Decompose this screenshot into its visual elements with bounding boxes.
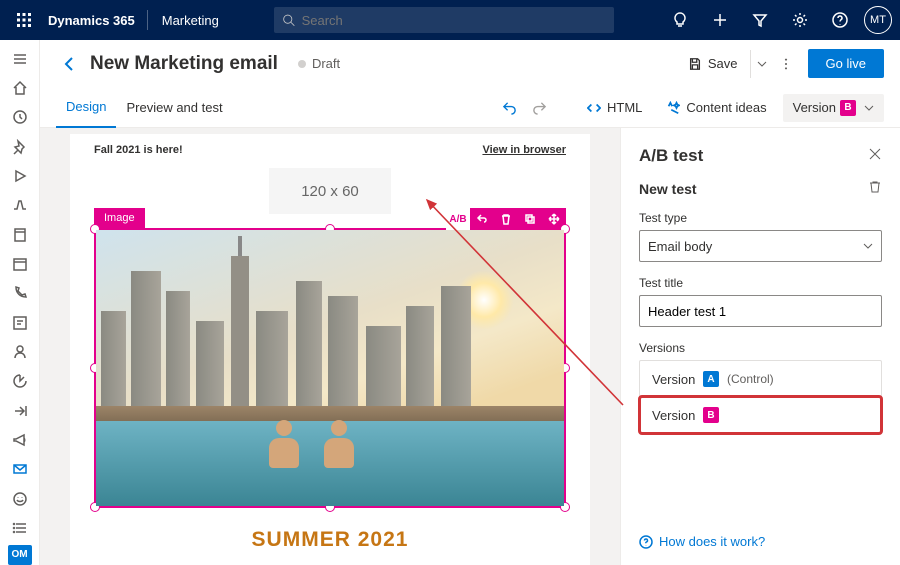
tab-preview[interactable]: Preview and test — [116, 88, 232, 128]
calendar-icon[interactable] — [0, 249, 40, 278]
ab-test-panel: A/B test New test Test type Email body T… — [620, 128, 900, 565]
go-live-button[interactable]: Go live — [808, 49, 884, 78]
search-input[interactable] — [302, 13, 607, 28]
image-block-selected[interactable]: Image A/B — [94, 228, 566, 508]
product-name: Marketing — [152, 13, 229, 28]
content-ideas-button[interactable]: Content ideas — [658, 96, 774, 119]
close-icon[interactable] — [868, 147, 882, 166]
test-title-label: Test title — [639, 276, 882, 290]
duplicate-block-icon[interactable] — [518, 208, 542, 230]
pin-icon[interactable] — [0, 132, 40, 161]
more-button[interactable] — [770, 48, 802, 80]
hero-image — [96, 230, 564, 506]
redo-button[interactable] — [527, 96, 551, 120]
test-title-input[interactable] — [639, 295, 882, 327]
status-badge: Draft — [298, 56, 340, 71]
home-icon[interactable] — [0, 73, 40, 102]
delete-block-icon[interactable] — [494, 208, 518, 230]
person-icon[interactable] — [0, 337, 40, 366]
search-box[interactable] — [274, 7, 614, 33]
page-icon[interactable] — [0, 220, 40, 249]
view-in-browser-link[interactable]: View in browser — [482, 144, 566, 156]
panel-title: A/B test — [639, 146, 703, 166]
divider — [147, 10, 148, 30]
logo-placeholder[interactable]: 120 x 60 — [269, 168, 391, 214]
side-rail: OM — [0, 40, 40, 565]
email-icon[interactable] — [0, 455, 40, 484]
form-icon[interactable] — [0, 308, 40, 337]
html-button[interactable]: HTML — [579, 96, 650, 119]
undo-block-icon[interactable] — [470, 208, 494, 230]
version-a-row[interactable]: Version A (Control) — [640, 361, 881, 397]
preheader-text: Fall 2021 is here! — [94, 144, 183, 156]
smile-icon[interactable] — [0, 484, 40, 513]
journey-icon[interactable] — [0, 191, 40, 220]
help-link[interactable]: How does it work? — [639, 534, 882, 549]
page-title: New Marketing email — [90, 53, 278, 75]
phone-icon[interactable] — [0, 279, 40, 308]
app-launcher-icon[interactable] — [8, 13, 40, 27]
score-icon[interactable] — [0, 367, 40, 396]
gear-icon[interactable] — [780, 0, 820, 40]
delete-test-icon[interactable] — [868, 180, 882, 197]
versions-label: Versions — [639, 341, 882, 355]
filter-icon[interactable] — [740, 0, 780, 40]
play-icon[interactable] — [0, 161, 40, 190]
version-b-row[interactable]: Version B — [640, 397, 881, 433]
test-type-select[interactable]: Email body — [639, 230, 882, 262]
test-type-label: Test type — [639, 211, 882, 225]
recent-icon[interactable] — [0, 103, 40, 132]
tab-design[interactable]: Design — [56, 88, 116, 128]
hamburger-icon[interactable] — [0, 44, 40, 73]
share-icon[interactable] — [0, 396, 40, 425]
user-avatar[interactable]: MT — [864, 6, 892, 34]
help-icon[interactable] — [820, 0, 860, 40]
canvas-area[interactable]: Fall 2021 is here! View in browser 120 x… — [40, 128, 620, 565]
brand-name: Dynamics 365 — [40, 13, 143, 28]
version-selector[interactable]: Version B — [783, 94, 884, 122]
om-badge[interactable]: OM — [8, 545, 32, 565]
plus-icon[interactable] — [700, 0, 740, 40]
block-label: Image — [94, 208, 145, 228]
save-button[interactable]: Save — [680, 52, 746, 75]
lightbulb-icon[interactable] — [660, 0, 700, 40]
ab-test-button[interactable]: A/B — [446, 208, 470, 230]
back-button[interactable] — [56, 50, 84, 78]
undo-button[interactable] — [497, 96, 521, 120]
new-test-label: New test — [639, 181, 697, 197]
announce-icon[interactable] — [0, 425, 40, 454]
save-dropdown[interactable] — [750, 50, 770, 78]
list-icon[interactable] — [0, 514, 40, 543]
headline-text[interactable]: SUMMER 2021 — [94, 528, 566, 552]
